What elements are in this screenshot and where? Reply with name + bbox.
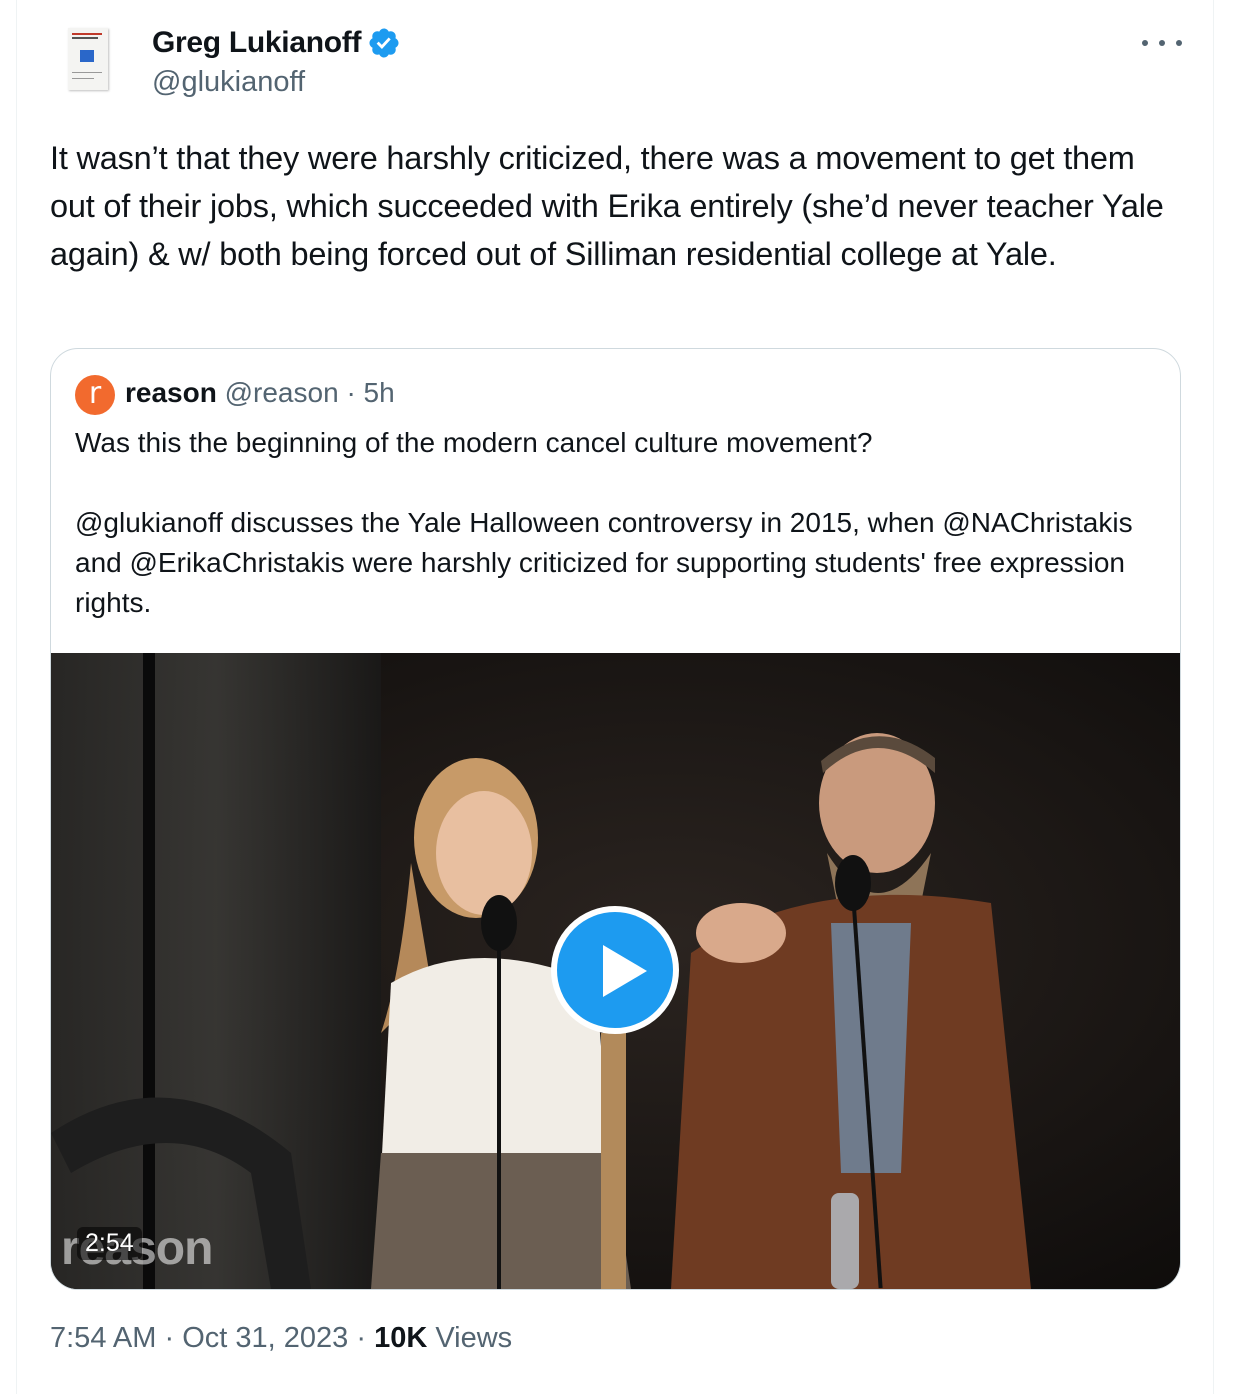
play-button[interactable] [551,906,679,1034]
reason-avatar[interactable]: r [75,375,115,415]
quoted-time[interactable]: 5h [364,377,395,408]
meta-separator: · [356,1322,366,1354]
tweet-time[interactable]: 7:54 AM [50,1322,156,1354]
verified-badge-icon [369,28,399,58]
author-name-row[interactable]: Greg Lukianoff [152,26,401,60]
video-duration: 2:54 [77,1227,142,1260]
author-handle[interactable]: @glukianoff [152,66,305,99]
more-options-icon[interactable] [1142,28,1182,58]
meta-separator: · [164,1322,175,1354]
views-label: Views [435,1322,513,1354]
book-cover-icon [68,28,108,90]
quoted-separator: · [346,377,356,408]
tweet-date[interactable]: Oct 31, 2023 [182,1322,348,1354]
quoted-header: reason @reason · 5h [125,377,395,409]
quoted-author-name[interactable]: reason [125,377,217,408]
play-icon [603,945,647,997]
tweet-text: It wasn’t that they were harshly critici… [50,140,1173,272]
views-count: 10K [374,1322,428,1354]
video-player[interactable]: reason 2:54 [51,653,1180,1289]
author-name[interactable]: Greg Lukianoff [152,26,361,60]
quoted-tweet-text: Was this the beginning of the modern can… [75,427,1133,618]
quoted-author-handle[interactable]: @reason [225,377,339,408]
author-avatar[interactable] [50,20,130,100]
tweet-meta: 7:54 AM · Oct 31, 2023 · 10K Views [50,1322,512,1355]
quoted-tweet[interactable]: r reason @reason · 5h Was this the begin… [50,348,1181,1290]
